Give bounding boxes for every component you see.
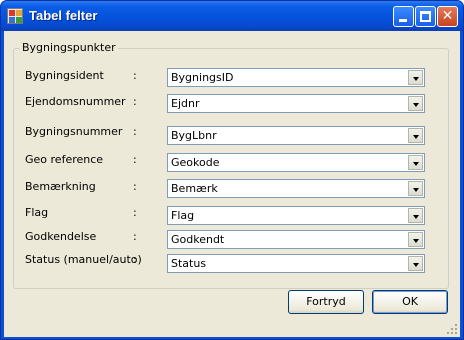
dropdown-arrow-icon[interactable] [408, 181, 423, 196]
combo-godkendelse[interactable]: Godkendt [167, 230, 425, 249]
label-colon: : [133, 125, 137, 138]
combo-value: Godkendt [171, 233, 225, 246]
label-flag: Flag [25, 206, 49, 219]
label-colon: : [133, 230, 137, 243]
label-colon: : [133, 153, 137, 166]
table-grid-icon [7, 8, 23, 24]
combo-value: Bemærk [171, 182, 218, 195]
minimize-button[interactable] [393, 6, 414, 27]
dialog-body: Bygningspunkter Bygningsident : Bygnings… [4, 31, 460, 337]
combo-value: Flag [171, 209, 195, 222]
combo-value: Status [171, 257, 207, 270]
combo-status[interactable]: Status [167, 254, 425, 273]
combo-value: BygningsID [171, 71, 234, 84]
label-colon: : [133, 69, 137, 82]
combo-value: Geokode [171, 156, 220, 169]
minimize-icon [399, 19, 407, 22]
resize-grip-icon[interactable] [446, 323, 458, 335]
title-bar[interactable]: Tabel felter ✕ [1, 1, 463, 31]
dropdown-arrow-icon[interactable] [408, 232, 423, 247]
dropdown-arrow-icon[interactable] [408, 70, 423, 85]
label-godkendelse: Godkendelse [25, 230, 97, 243]
cancel-button[interactable]: Fortryd [288, 290, 364, 314]
combo-bygningsnummer[interactable]: BygLbnr [167, 126, 425, 145]
combo-ejendomsnummer[interactable]: Ejdnr [167, 94, 425, 113]
label-colon: : [133, 253, 137, 266]
combo-bygningsident[interactable]: BygningsID [167, 68, 425, 87]
dropdown-arrow-icon[interactable] [408, 256, 423, 271]
maximize-icon [420, 11, 431, 22]
maximize-button[interactable] [415, 6, 436, 27]
dialog-window: Tabel felter ✕ Bygningspunkter Bygningsi… [0, 0, 464, 340]
label-geo-reference: Geo reference [25, 153, 104, 166]
combo-value: BygLbnr [171, 129, 217, 142]
dropdown-arrow-icon[interactable] [408, 155, 423, 170]
dropdown-arrow-icon[interactable] [408, 96, 423, 111]
combo-value: Ejdnr [171, 97, 200, 110]
ok-button[interactable]: OK [372, 290, 448, 314]
label-bemaerkning: Bemærkning [25, 180, 96, 193]
dropdown-arrow-icon[interactable] [408, 128, 423, 143]
label-colon: : [133, 206, 137, 219]
close-icon: ✕ [441, 8, 454, 24]
close-button[interactable]: ✕ [437, 6, 458, 27]
label-colon: : [133, 180, 137, 193]
window-title: Tabel felter [29, 8, 98, 23]
label-bygningsident: Bygningsident [25, 69, 104, 82]
combo-flag[interactable]: Flag [167, 206, 425, 225]
groupbox-title: Bygningspunkter [20, 41, 118, 54]
combo-geo-reference[interactable]: Geokode [167, 153, 425, 172]
label-colon: : [133, 95, 137, 108]
label-status: Status (manuel/auto) [25, 253, 142, 266]
label-bygningsnummer: Bygningsnummer [25, 125, 123, 138]
combo-bemaerkning[interactable]: Bemærk [167, 179, 425, 198]
dropdown-arrow-icon[interactable] [408, 208, 423, 223]
label-ejendomsnummer: Ejendomsnummer [25, 95, 126, 108]
